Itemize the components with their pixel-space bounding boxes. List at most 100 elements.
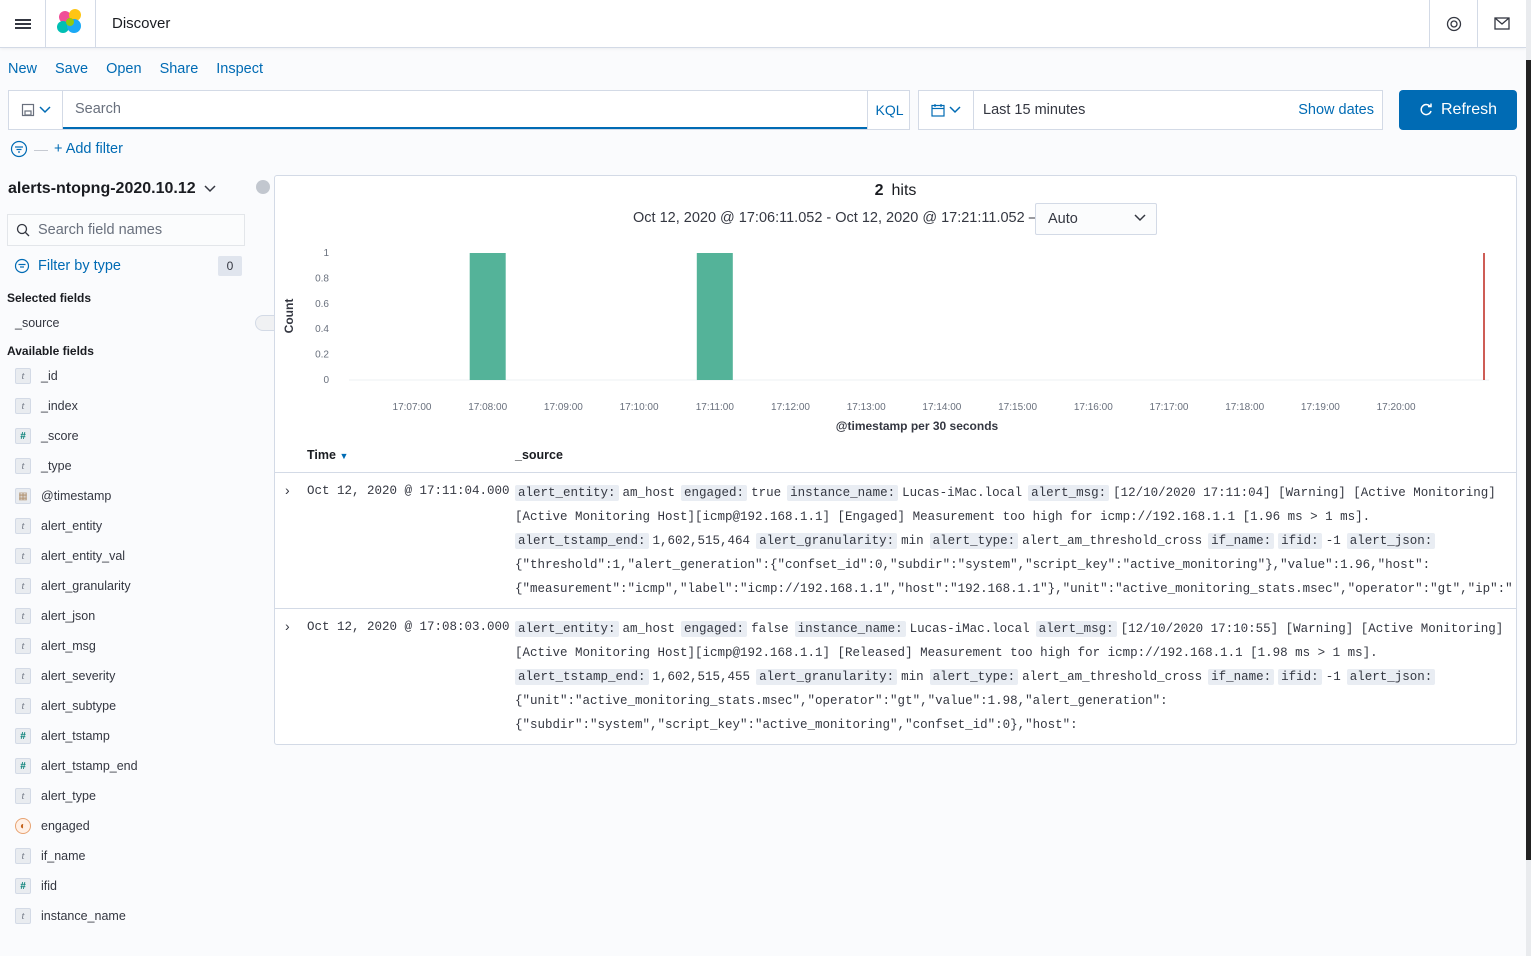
interval-value: Auto bbox=[1048, 211, 1078, 227]
refresh-label: Refresh bbox=[1440, 101, 1498, 118]
field-name: instance_name bbox=[41, 909, 126, 923]
field-item[interactable]: t alert_severity bbox=[15, 666, 115, 686]
x-axis-label: @timestamp per 30 seconds bbox=[836, 419, 999, 433]
field-name: alert_subtype bbox=[41, 699, 117, 713]
row-source: alert_entity: am_host engaged: false instanc… bbox=[515, 617, 1511, 737]
field-search-input[interactable]: Search field names bbox=[7, 214, 245, 246]
help-button[interactable] bbox=[1429, 0, 1477, 48]
field-item[interactable]: t _type bbox=[15, 456, 72, 476]
source-line: [Active Monitoring Host][icmp@192.168.1.… bbox=[515, 505, 1511, 529]
source-field-key: alert_tstamp_end: bbox=[515, 669, 649, 685]
interval-select[interactable]: Auto bbox=[1035, 203, 1157, 235]
field-item[interactable]: t if_name bbox=[15, 846, 85, 866]
app-title: Discover bbox=[112, 15, 171, 32]
y-tick-label: 1 bbox=[323, 248, 329, 259]
field-item[interactable]: t alert_msg bbox=[15, 636, 96, 656]
source-line: {"subdir":"system","script_key":"active_… bbox=[515, 713, 1511, 737]
new-button[interactable]: New bbox=[8, 61, 37, 77]
add-filter-button[interactable]: + Add filter bbox=[54, 141, 123, 157]
share-button[interactable]: Share bbox=[160, 61, 199, 77]
source-line: [Active Monitoring Host][icmp@192.168.1.… bbox=[515, 641, 1511, 665]
source-field-value: true bbox=[751, 486, 782, 500]
source-field-value: 1,602,515,464 bbox=[652, 534, 751, 548]
x-tick-label: 17:09:00 bbox=[544, 402, 583, 413]
source-field-value: alert_am_threshold_cross bbox=[1022, 534, 1203, 548]
kibana-logo-icon bbox=[57, 9, 81, 33]
date-picker: Last 15 minutes Show dates bbox=[918, 90, 1383, 130]
histogram-chart: 1 0.8 0.6 0.4 0.2 0 Count 17:07:00 17:08:00 17:09… bbox=[282, 248, 1489, 433]
x-tick-label: 17:12:00 bbox=[771, 402, 810, 413]
search-icon bbox=[16, 223, 30, 237]
field-name: alert_msg bbox=[41, 639, 96, 653]
show-dates-link[interactable]: Show dates bbox=[1298, 91, 1374, 129]
open-button[interactable]: Open bbox=[106, 61, 141, 77]
row-timestamp: Oct 12, 2020 @ 17:08:03.000 bbox=[307, 620, 510, 634]
field-item[interactable]: # _score bbox=[15, 426, 79, 446]
save-button[interactable]: Save bbox=[55, 61, 88, 77]
field-item[interactable]: t alert_json bbox=[15, 606, 95, 626]
field-item[interactable]: t alert_entity bbox=[15, 516, 102, 536]
source-line: {"threshold":1,"alert_generation":{"conf… bbox=[515, 553, 1511, 577]
mail-icon bbox=[1493, 17, 1510, 30]
kibana-logo[interactable] bbox=[46, 0, 96, 48]
refresh-button[interactable]: Refresh bbox=[1399, 90, 1517, 130]
source-field-key: alert_entity: bbox=[515, 621, 619, 637]
refresh-icon bbox=[1420, 103, 1432, 116]
source-column-header: _source bbox=[515, 448, 563, 462]
field-name: _score bbox=[41, 429, 79, 443]
field-item[interactable]: ▦ @timestamp bbox=[15, 486, 111, 506]
source-field-key: alert_type: bbox=[929, 533, 1019, 549]
source-field-key: alert_msg: bbox=[1028, 485, 1110, 501]
expand-row-icon[interactable]: › bbox=[285, 482, 290, 498]
source-field-value: -1 bbox=[1325, 534, 1341, 548]
filter-by-type-button[interactable]: Filter by type 0 bbox=[14, 256, 242, 276]
field-item[interactable]: # alert_tstamp bbox=[15, 726, 110, 746]
header-divider bbox=[275, 472, 1516, 473]
field-item[interactable]: t _id bbox=[15, 366, 58, 386]
chevron-down-icon bbox=[204, 185, 216, 193]
sort-down-icon[interactable]: ▼ bbox=[339, 451, 348, 461]
hits-label: hits bbox=[891, 182, 917, 199]
time-column-header[interactable]: Time ▼ bbox=[307, 448, 348, 462]
newsfeed-button[interactable] bbox=[1477, 0, 1525, 48]
field-name: alert_entity bbox=[41, 519, 103, 533]
source-field-value: am_host bbox=[622, 486, 676, 500]
saved-query-button[interactable] bbox=[9, 91, 63, 129]
field-item[interactable]: ◐ engaged bbox=[15, 816, 90, 836]
x-tick-label: 17:15:00 bbox=[998, 402, 1037, 413]
quick-select-button[interactable] bbox=[919, 91, 974, 129]
field-item[interactable]: t _index bbox=[15, 396, 78, 416]
hits-count: 2 hits bbox=[275, 182, 1516, 200]
x-tick-label: 17:18:00 bbox=[1225, 402, 1264, 413]
source-field-key: alert_type: bbox=[929, 669, 1019, 685]
filter-menu-icon[interactable] bbox=[10, 140, 28, 158]
string-type-icon: t bbox=[15, 908, 31, 924]
expand-row-icon[interactable]: › bbox=[285, 618, 290, 634]
field-item[interactable]: t instance_name bbox=[15, 906, 126, 926]
field-item[interactable]: t alert_subtype bbox=[15, 696, 116, 716]
source-field-key: alert_granularity: bbox=[756, 669, 898, 685]
field-item[interactable]: # ifid bbox=[15, 876, 57, 896]
source-field-value: Lucas-iMac.local bbox=[902, 486, 1023, 500]
string-type-icon: t bbox=[15, 668, 31, 684]
field-item[interactable]: t alert_entity_val bbox=[15, 546, 125, 566]
field-item[interactable]: t alert_type bbox=[15, 786, 96, 806]
inspect-button[interactable]: Inspect bbox=[216, 61, 263, 77]
chevron-down-icon bbox=[949, 106, 961, 114]
field-item[interactable]: t alert_granularity bbox=[15, 576, 131, 596]
index-pattern-name: alerts-ntopng-2020.10.12 bbox=[8, 180, 196, 197]
kql-toggle[interactable]: KQL bbox=[867, 91, 911, 129]
field-item[interactable]: </>_source bbox=[15, 313, 1251, 333]
menu-hamburger-icon[interactable] bbox=[0, 0, 46, 48]
field-item[interactable]: # alert_tstamp_end bbox=[15, 756, 138, 776]
search-input[interactable]: Search bbox=[63, 91, 867, 129]
chevron-down-icon bbox=[1134, 214, 1146, 222]
collapse-sidebar-icon[interactable] bbox=[256, 180, 270, 194]
selected-fields-title: Selected fields bbox=[7, 291, 92, 305]
index-pattern-selector[interactable]: alerts-ntopng-2020.10.12 bbox=[8, 180, 216, 198]
time-range-label[interactable]: Last 15 minutes bbox=[983, 91, 1085, 129]
string-type-icon: t bbox=[15, 368, 31, 384]
window-scrollbar[interactable] bbox=[1526, 0, 1531, 956]
source-field-key: alert_tstamp_end: bbox=[515, 533, 649, 549]
field-name: alert_json bbox=[41, 609, 96, 623]
